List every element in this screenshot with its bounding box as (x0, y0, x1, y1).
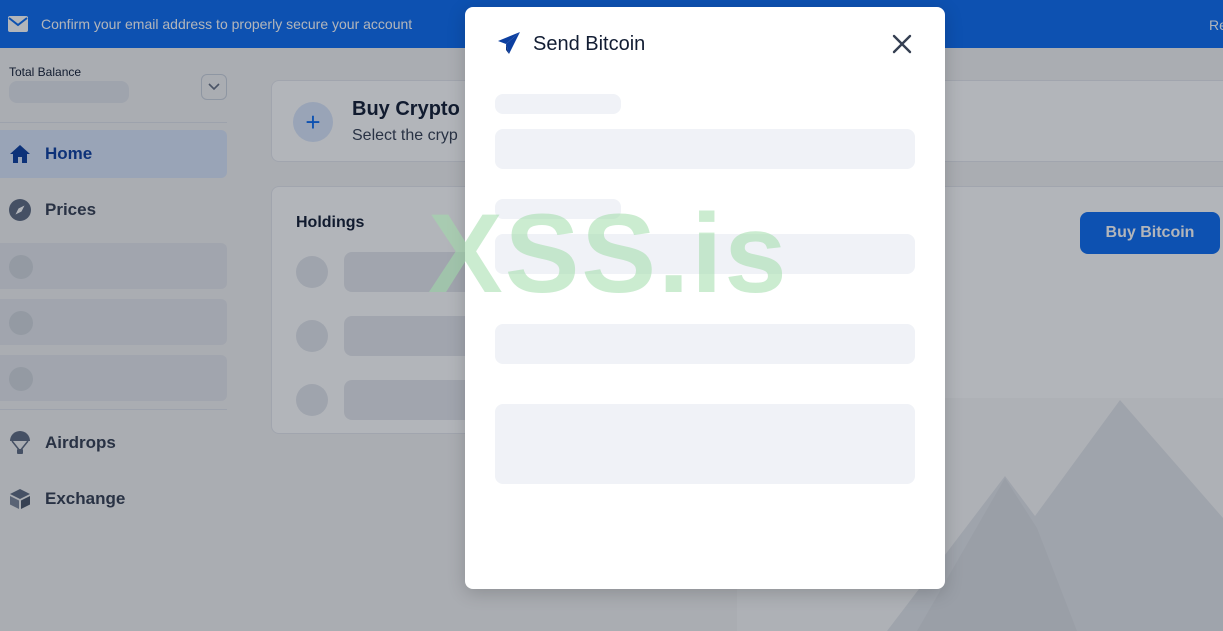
modal-title: Send Bitcoin (533, 33, 646, 55)
watermark-text: XSS.is (428, 191, 789, 316)
close-icon[interactable] (891, 33, 913, 55)
paper-plane-icon (498, 32, 520, 54)
form-field-placeholder (495, 324, 915, 364)
form-textarea-placeholder (495, 404, 915, 484)
form-field-placeholder (495, 129, 915, 169)
form-label-placeholder (495, 94, 621, 114)
